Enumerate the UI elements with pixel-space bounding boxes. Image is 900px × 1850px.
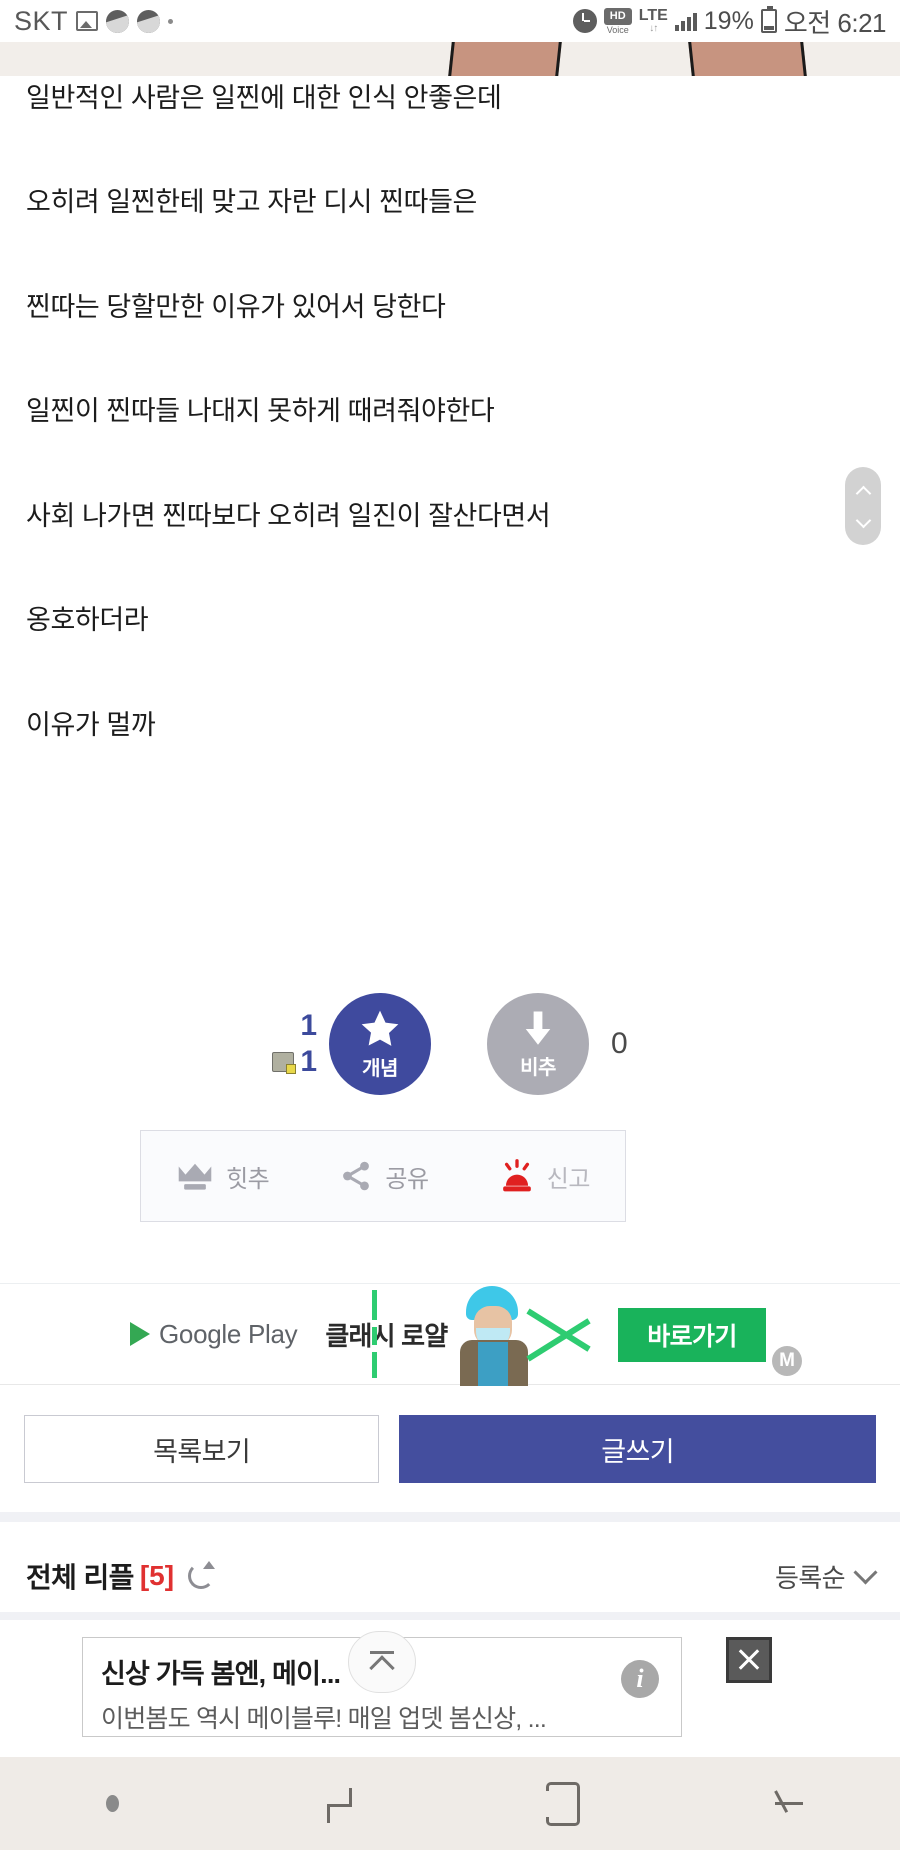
- bottom-ad-subtitle: 이번봄도 역시 메이블루! 매일 업뎃 봄신상, ...: [101, 1705, 547, 1733]
- vote-section: 1 1 개념 비추 0: [0, 980, 900, 1108]
- ad-cta-button[interactable]: 바로가기: [618, 1308, 766, 1362]
- post-action-bar: 힛추 공유 신고: [140, 1130, 626, 1222]
- blob-icon-2: [137, 9, 161, 33]
- hd-badge: HD: [603, 7, 632, 25]
- home-icon: [542, 1781, 580, 1826]
- post-body: 일반적인 사람은 일찐에 대한 인식 안좋은데 오히려 일찐한테 맞고 자란 디…: [0, 80, 900, 811]
- lte-arrows: ↓↑: [649, 23, 658, 34]
- ad-chevron-icon: [520, 1286, 600, 1382]
- recents-icon: [321, 1784, 355, 1824]
- ad-marker-icon: M: [772, 1346, 802, 1376]
- dot-icon: [106, 1795, 119, 1812]
- upvote-label: 개념: [362, 1058, 398, 1080]
- star-icon: [361, 1010, 399, 1046]
- comments-separator: [0, 1612, 900, 1620]
- ad-divider-icon: [372, 1290, 377, 1378]
- comments-title: 전체 리플: [26, 1562, 134, 1593]
- view-list-button[interactable]: 목록보기: [24, 1415, 380, 1483]
- chevron-down-icon: [853, 1559, 878, 1585]
- nav-back-button[interactable]: [675, 1757, 900, 1850]
- post-line: 오히려 일찐한테 맞고 자란 디시 찐따들은: [26, 187, 477, 218]
- arrow-down-icon: [525, 1011, 551, 1045]
- google-play-label: Google Play: [159, 1318, 298, 1349]
- comments-sort-selector[interactable]: 등록순: [775, 1558, 878, 1595]
- vote-count-group: 1 1: [272, 1011, 317, 1077]
- ad-app-title: 클래시 로얄: [325, 1320, 448, 1351]
- post-line: 일찐이 찐따들 나대지 못하게 때려줘야한다: [26, 396, 495, 427]
- downvote-label: 비추: [520, 1057, 556, 1079]
- board-badge-icon: [272, 1052, 297, 1074]
- battery-percent-label: 19%: [703, 6, 754, 35]
- mobile-screen: SKT HD Voice LTE ↓↑ 19% 오전 6:21 일반적인 사람은…: [0, 0, 900, 1850]
- status-bar-left: SKT: [14, 5, 174, 37]
- scroll-to-top-button[interactable]: [348, 1631, 416, 1693]
- back-icon: [771, 1784, 805, 1824]
- play-triangle-icon: [130, 1322, 150, 1346]
- lte-label: LTE: [638, 7, 668, 24]
- refresh-icon[interactable]: [188, 1561, 216, 1589]
- post-line: 옹호하더라: [26, 605, 149, 636]
- image-figure-left: [448, 42, 562, 76]
- lte-icon: LTE ↓↑: [639, 8, 668, 34]
- blob-icon-1: [106, 9, 130, 33]
- section-divider: [0, 1512, 900, 1522]
- signal-icon: [674, 11, 697, 31]
- info-icon[interactable]: i: [621, 1660, 659, 1698]
- sort-label: 등록순: [775, 1562, 846, 1593]
- dot-icon: [168, 18, 174, 24]
- upvote-button[interactable]: 개념: [329, 993, 431, 1095]
- comments-count: [5]: [139, 1560, 175, 1591]
- post-line: 사회 나가면 찐따보다 오히려 일진이 잘산다면서: [26, 500, 551, 531]
- image-figure-right: [688, 42, 807, 76]
- downvote-button[interactable]: 비추: [487, 993, 589, 1095]
- hit-recommend-button[interactable]: 힛추: [176, 1159, 270, 1194]
- share-button[interactable]: 공유: [339, 1159, 429, 1194]
- google-play-ad-banner[interactable]: Google Play 클래시 로얄 바로가기 M: [0, 1283, 900, 1386]
- clock-label: 오전 6:21: [783, 7, 887, 38]
- siren-icon: [502, 1159, 531, 1192]
- alarm-icon: [572, 9, 597, 33]
- post-line: 일반적인 사람은 일찐에 대한 인식 안좋은데: [26, 83, 502, 113]
- status-bar-right: HD Voice LTE ↓↑ 19% 오전 6:21: [572, 3, 887, 40]
- post-line: 이유가 멀까: [26, 709, 156, 740]
- post-nav-buttons: 목록보기 글쓰기: [0, 1415, 900, 1483]
- google-play-logo: Google Play: [130, 1318, 298, 1350]
- share-icon: [343, 1161, 370, 1191]
- battery-icon: [760, 6, 777, 33]
- close-icon[interactable]: [726, 1637, 772, 1683]
- carrier-label: SKT: [14, 5, 69, 36]
- crown-icon: [178, 1163, 212, 1190]
- nav-home-button[interactable]: [450, 1757, 675, 1850]
- hit-recommend-label: 힛추: [226, 1165, 270, 1193]
- report-label: 신고: [546, 1165, 591, 1193]
- scroll-jump-widget[interactable]: [845, 467, 881, 545]
- nav-indicator-dot[interactable]: [0, 1757, 225, 1850]
- share-label: 공유: [385, 1165, 429, 1193]
- status-bar: SKT HD Voice LTE ↓↑ 19% 오전 6:21: [0, 0, 900, 42]
- secondary-count: 1: [300, 1045, 317, 1078]
- post-image-strip: [0, 42, 900, 76]
- hd-voice-label: Voice: [606, 24, 629, 35]
- chevron-down-icon[interactable]: [857, 515, 870, 528]
- upvote-count: 1: [300, 1009, 317, 1042]
- image-icon: [76, 11, 99, 31]
- post-line: 찐따는 당할만한 이유가 있어서 당한다: [26, 291, 446, 322]
- downvote-count: 0: [611, 1027, 628, 1060]
- chevron-up-icon[interactable]: [857, 485, 870, 498]
- hd-voice-icon: HD Voice: [603, 7, 632, 35]
- write-post-button[interactable]: 글쓰기: [399, 1415, 876, 1483]
- nav-recents-button[interactable]: [225, 1757, 450, 1850]
- chevron-up-icon: [370, 1651, 394, 1675]
- secondary-count-row: 1: [272, 1047, 317, 1077]
- comments-header: 전체 리플 [5] 등록순: [0, 1540, 900, 1612]
- android-navigation-bar: [0, 1757, 900, 1850]
- report-button[interactable]: 신고: [499, 1159, 590, 1194]
